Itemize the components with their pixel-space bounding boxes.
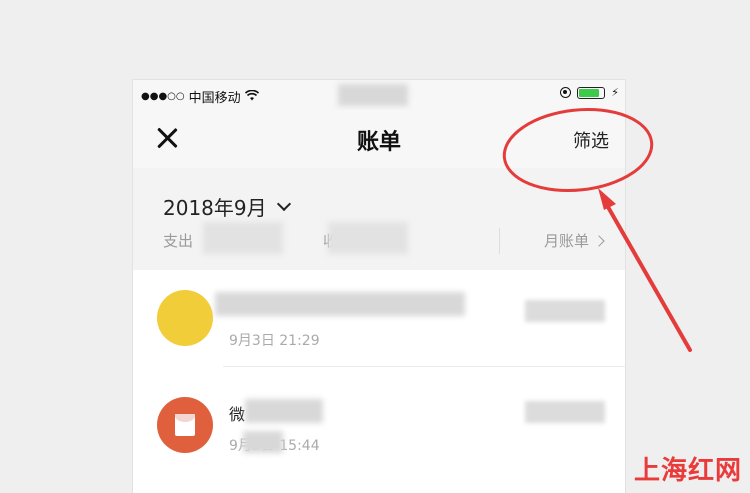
carrier-name: 中国移动	[188, 91, 241, 106]
carrier-info: ●●●○○ 中国移动	[141, 87, 259, 106]
charging-icon: ⚡	[611, 86, 619, 99]
month-label: 2018年9月	[163, 196, 267, 220]
transaction-row[interactable]: 微 9月3日 15:44	[133, 367, 625, 464]
monthly-bill-link[interactable]: 月账单	[543, 230, 605, 251]
filter-button[interactable]: 筛选	[573, 127, 609, 153]
status-bar: ●●●○○ 中国移动 ⚡	[133, 80, 625, 110]
watermark: 上海红网	[633, 456, 742, 486]
redacted-title	[215, 292, 465, 316]
redacted-time	[338, 84, 408, 106]
expense-label: 支出	[163, 232, 194, 250]
chevron-right-icon	[593, 234, 605, 247]
transaction-time: 9月3日 21:29	[229, 333, 320, 349]
redacted-income-amount	[328, 222, 408, 254]
redacted-time	[243, 431, 283, 453]
monthly-bill-label: 月账单	[543, 232, 589, 250]
red-packet-icon	[157, 397, 213, 453]
navigation-bar: 账单 筛选	[133, 110, 625, 168]
redacted-amount	[525, 401, 605, 423]
transaction-row[interactable]: 9月3日 21:29	[133, 270, 625, 367]
redacted-title	[245, 399, 323, 423]
divider	[499, 228, 500, 254]
redacted-amount	[525, 300, 605, 322]
month-selector[interactable]: 2018年9月	[163, 192, 291, 221]
battery-icon	[577, 86, 606, 99]
merchant-avatar-icon	[157, 290, 213, 346]
signal-strength-icon: ●●●○○	[141, 91, 185, 102]
phone-screen: ●●●○○ 中国移动 ⚡ 账单 筛选 2018年9月 支出 收入	[133, 80, 625, 493]
rotation-lock-icon	[560, 87, 572, 98]
month-summary: 2018年9月 支出 收入 月账单	[133, 168, 625, 270]
page-title: 账单	[356, 130, 401, 155]
redacted-expense-amount	[203, 222, 283, 254]
status-indicators: ⚡	[560, 86, 619, 99]
transaction-title: 微	[229, 405, 246, 424]
chevron-down-icon	[276, 196, 291, 211]
wifi-icon	[244, 89, 259, 104]
